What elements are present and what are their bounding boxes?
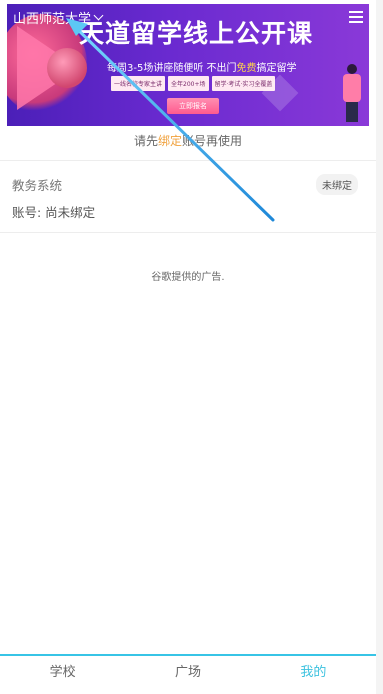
bind-hint-after: 账号再使用 bbox=[182, 134, 243, 148]
school-name-label: 山西师范大学 bbox=[13, 11, 92, 27]
banner-chip: 全年200+场 bbox=[168, 76, 209, 91]
divider bbox=[0, 160, 376, 161]
edu-system-title: 教务系统 bbox=[12, 178, 63, 193]
nav-tab-mine[interactable]: 我的 bbox=[251, 656, 376, 694]
school-header: 山西师范大学 bbox=[7, 6, 369, 28]
banner-subtitle: 每周3-5场讲座随便听 不出门免费搞定留学 bbox=[107, 59, 297, 74]
nav-tab-plaza[interactable]: 广场 bbox=[125, 656, 250, 694]
banner-subtitle-suffix: 搞定留学 bbox=[256, 63, 297, 74]
nav-tab-school[interactable]: 学校 bbox=[0, 656, 125, 694]
banner-signup-button[interactable]: 立即报名 bbox=[167, 98, 219, 114]
person-legs bbox=[346, 102, 358, 122]
banner-person-illustration bbox=[337, 64, 367, 124]
bind-account-hint: 请先绑定账号再使用 bbox=[0, 132, 376, 149]
divider bbox=[0, 232, 376, 233]
banner-orb-icon bbox=[47, 48, 87, 88]
banner-subtitle-prefix: 每周3-5场讲座随便听 不出门 bbox=[107, 63, 237, 74]
bind-hint-before: 请先 bbox=[133, 134, 158, 148]
banner-chip: 一线名校专家主讲 bbox=[111, 76, 166, 91]
ad-notice: 谷歌提供的广告. bbox=[151, 272, 225, 283]
banner-chips: 一线名校专家主讲 全年200+场 留学·考试·实习全覆盖 bbox=[111, 76, 276, 91]
person-head bbox=[347, 64, 357, 74]
chevron-down-icon bbox=[93, 10, 104, 21]
bind-account-link[interactable]: 绑定 bbox=[158, 134, 182, 148]
status-badge[interactable]: 未绑定 bbox=[316, 174, 358, 195]
account-status: 账号: 尚未绑定 bbox=[12, 205, 96, 220]
school-selector[interactable]: 山西师范大学 bbox=[13, 8, 104, 27]
scroll-gutter bbox=[376, 0, 383, 694]
person-body bbox=[343, 74, 361, 102]
app-shell: 天道留学线上公开课 每周3-5场讲座随便听 不出门免费搞定留学 一线名校专家主讲… bbox=[0, 0, 376, 694]
banner-subtitle-highlight: 免费 bbox=[236, 63, 257, 74]
menu-icon[interactable] bbox=[349, 11, 363, 23]
bottom-nav: 学校 广场 我的 bbox=[0, 654, 376, 694]
